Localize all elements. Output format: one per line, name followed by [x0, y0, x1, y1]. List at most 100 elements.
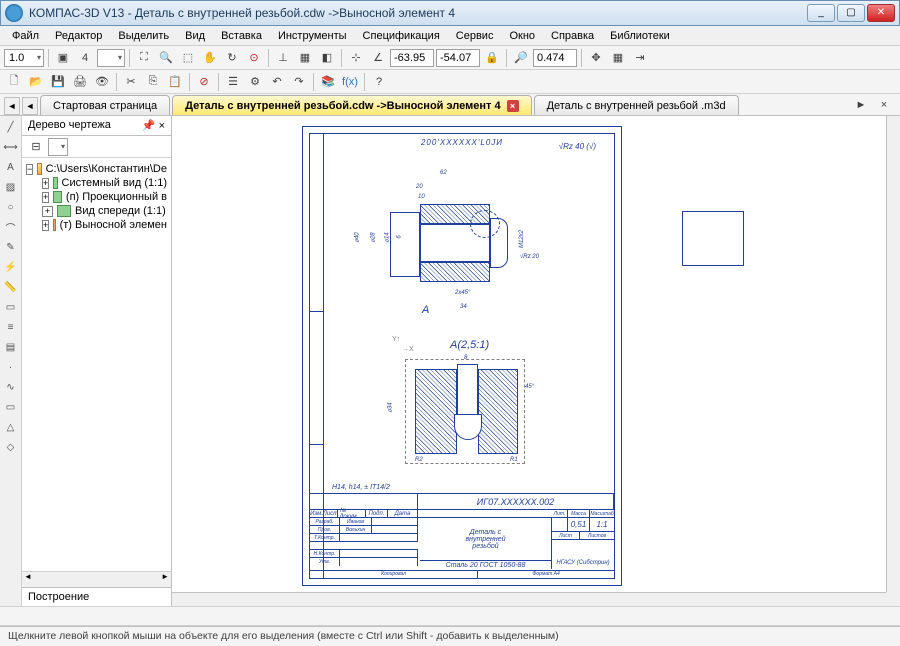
vt-spec-icon[interactable]: ≡: [2, 318, 20, 336]
side-panel-hscroll[interactable]: [22, 571, 171, 587]
expand-icon[interactable]: +: [42, 178, 49, 189]
tb-cut-icon[interactable]: ✂: [121, 72, 141, 92]
tb-rotate-icon[interactable]: ↻: [222, 48, 242, 68]
expand-icon[interactable]: +: [42, 206, 53, 217]
tb-pan-icon[interactable]: ✋: [200, 48, 220, 68]
tab-model[interactable]: Деталь с внутренней резьбой .m3d: [534, 95, 739, 115]
tb-lib-icon[interactable]: 📚: [318, 72, 338, 92]
tab-scroll-left2[interactable]: ◄: [22, 97, 38, 115]
vt-aux-icon[interactable]: ∿: [2, 378, 20, 396]
dim-label: 6: [397, 235, 403, 238]
menu-edit[interactable]: Редактор: [47, 28, 110, 44]
menu-tools[interactable]: Инструменты: [270, 28, 355, 44]
vt-edit-icon[interactable]: ✎: [2, 238, 20, 256]
tb-copy-icon[interactable]: ⎘: [143, 72, 163, 92]
vt-select-icon[interactable]: ▭: [2, 298, 20, 316]
maximize-button[interactable]: ▢: [837, 4, 865, 22]
tb-fx-icon[interactable]: f(x): [340, 72, 360, 92]
tab-start-page[interactable]: Стартовая страница: [40, 95, 170, 115]
tb-grid-icon[interactable]: ▦: [608, 48, 628, 68]
tb-zoom-in-icon[interactable]: 🔍: [156, 48, 176, 68]
tb-bold-icon[interactable]: ▣: [53, 48, 73, 68]
tree-label: C:\Users\Константин\De: [46, 163, 167, 175]
menu-spec[interactable]: Спецификация: [355, 28, 448, 44]
tab-scroll-right[interactable]: ►: [851, 95, 871, 115]
vt-hatch-icon[interactable]: ▨: [2, 178, 20, 196]
tree-root[interactable]: − C:\Users\Константин\De: [26, 162, 167, 176]
tab-close-all[interactable]: ×: [874, 95, 894, 115]
tb-undo-icon[interactable]: ↶: [267, 72, 287, 92]
tb-xy-icon[interactable]: ⊹: [346, 48, 366, 68]
vt-tool-icon[interactable]: △: [2, 418, 20, 436]
tree-item[interactable]: +(т) Выносной элемен: [42, 218, 167, 232]
tb-end-icon[interactable]: ⇥: [630, 48, 650, 68]
side-panel: Дерево чертежа 📌 × ⊟ − C:\Users\Констант…: [22, 116, 172, 606]
tb-print-icon[interactable]: 🖨: [70, 72, 90, 92]
menu-insert[interactable]: Вставка: [213, 28, 270, 44]
scale-combo[interactable]: 1.0: [4, 49, 44, 67]
coord-x-input[interactable]: -63.95: [390, 49, 434, 67]
tb-redo-icon[interactable]: ↷: [289, 72, 309, 92]
tree-item[interactable]: +Вид спереди (1:1): [42, 204, 167, 218]
vt-dim-icon[interactable]: ⟷: [2, 138, 20, 156]
coord-y-input[interactable]: -54.07: [436, 49, 480, 67]
tab-scroll-left[interactable]: ◄: [4, 97, 20, 115]
tb-help-icon[interactable]: ?: [369, 72, 389, 92]
tb-paste-icon[interactable]: 📋: [165, 72, 185, 92]
tb-ortho-icon[interactable]: ⊥: [273, 48, 293, 68]
tb-zoom-area-icon[interactable]: ⬚: [178, 48, 198, 68]
tree-item[interactable]: +(п) Проекционный в: [42, 190, 167, 204]
tb-combo2[interactable]: [97, 49, 125, 67]
tb-search-icon[interactable]: 🔎: [511, 48, 531, 68]
tb-magnet-icon[interactable]: ⊙: [244, 48, 264, 68]
menu-view[interactable]: Вид: [177, 28, 213, 44]
tab-drawing[interactable]: Деталь с внутренней резьбой.cdw ->Выносн…: [172, 95, 531, 115]
menu-service[interactable]: Сервис: [448, 28, 502, 44]
vt-circle-icon[interactable]: ○: [2, 198, 20, 216]
vt-more-icon[interactable]: ◇: [2, 438, 20, 456]
tb-vars-icon[interactable]: ⚙: [245, 72, 265, 92]
expand-icon[interactable]: −: [26, 164, 33, 175]
menu-libs[interactable]: Библиотеки: [602, 28, 678, 44]
vt-point-icon[interactable]: ·: [2, 358, 20, 376]
tb-lock-icon[interactable]: 🔒: [482, 48, 502, 68]
close-button[interactable]: ✕: [867, 4, 895, 22]
menu-select[interactable]: Выделить: [110, 28, 177, 44]
side-panel-pin-icon[interactable]: 📌 ×: [142, 119, 165, 132]
tab-close-icon[interactable]: ×: [507, 100, 519, 112]
menu-help[interactable]: Справка: [543, 28, 602, 44]
menu-file[interactable]: Файл: [4, 28, 47, 44]
minimize-button[interactable]: _: [807, 4, 835, 22]
tb-new-icon[interactable]: 🗋: [4, 72, 24, 92]
vt-report-icon[interactable]: ▤: [2, 338, 20, 356]
tb-save-icon[interactable]: 💾: [48, 72, 68, 92]
expand-icon[interactable]: +: [42, 192, 49, 203]
tb-num4-icon[interactable]: 4: [75, 48, 95, 68]
side-panel-bottom-tab[interactable]: Построение: [22, 587, 171, 606]
tb-angle-icon[interactable]: ∠: [368, 48, 388, 68]
vt-text-icon[interactable]: A: [2, 158, 20, 176]
tb-props-icon[interactable]: ☰: [223, 72, 243, 92]
tb-move-icon[interactable]: ✥: [586, 48, 606, 68]
zoom-input[interactable]: 0.474: [533, 49, 577, 67]
tb-zoom-fit-icon[interactable]: ⛶: [134, 48, 154, 68]
vt-line-icon[interactable]: ╱: [2, 118, 20, 136]
expand-icon[interactable]: +: [42, 220, 49, 231]
drawing-canvas[interactable]: 200'XXXXXX'L0JИ √Rz 40 (√) 62 20 10 ⌀40 …: [172, 116, 900, 606]
tb-layer-icon[interactable]: ◧: [317, 48, 337, 68]
tree-item[interactable]: +Системный вид (1:1): [42, 176, 167, 190]
tb-open-icon[interactable]: 📂: [26, 72, 46, 92]
sp-tree-icon[interactable]: ⊟: [26, 137, 46, 157]
canvas-hscroll[interactable]: [172, 592, 886, 606]
vt-param-icon[interactable]: ⚡: [2, 258, 20, 276]
tb-cancel-icon[interactable]: ⊘: [194, 72, 214, 92]
menu-window[interactable]: Окно: [501, 28, 543, 44]
sp-filter-combo[interactable]: [48, 138, 68, 156]
vt-rect-icon[interactable]: ▭: [2, 398, 20, 416]
vt-measure-icon[interactable]: 📏: [2, 278, 20, 296]
tb-snap-icon[interactable]: ▦: [295, 48, 315, 68]
vt-arc-icon[interactable]: ⌒: [2, 218, 20, 236]
bottom-toolbar-gap: [0, 606, 900, 626]
canvas-vscroll[interactable]: [886, 116, 900, 592]
tb-preview-icon[interactable]: 👁: [92, 72, 112, 92]
